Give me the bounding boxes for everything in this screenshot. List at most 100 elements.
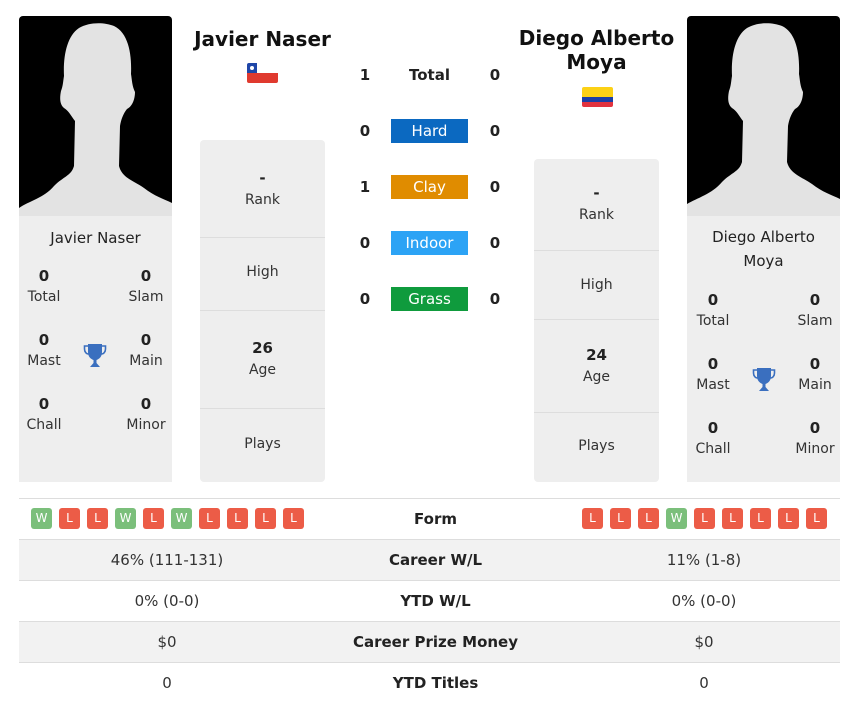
label: Mast — [696, 377, 730, 393]
surface-indoor-badge[interactable]: Indoor — [391, 231, 468, 255]
player1-title: Javier Naser — [194, 27, 331, 51]
player1-high: High — [200, 238, 325, 311]
row-label: YTD W/L — [400, 592, 471, 610]
form-win-badge[interactable]: W — [31, 508, 52, 529]
player2-form: LLLWLLLLL — [582, 508, 827, 529]
form-loss-badge[interactable]: L — [199, 508, 220, 529]
form-loss-badge[interactable]: L — [59, 508, 80, 529]
value: 0 — [707, 355, 719, 373]
value: 0 — [140, 331, 152, 349]
player1-summary-card: Javier Naser 0 Total 0 Slam 0 Mast 0 Main 0 C… — [19, 216, 172, 482]
form-loss-badge[interactable]: L — [778, 508, 799, 529]
label: Chall — [695, 441, 731, 457]
label: Minor — [126, 417, 166, 433]
label: Mast — [27, 353, 61, 369]
p1-value: 1 — [359, 66, 371, 84]
row-label: YTD Titles — [392, 674, 479, 692]
form-loss-badge[interactable]: L — [255, 508, 276, 529]
form-loss-badge[interactable]: L — [87, 508, 108, 529]
p2-value: 0 — [489, 234, 501, 252]
player2-titles-chall: 0 Chall — [683, 418, 743, 460]
form-loss-badge[interactable]: L — [638, 508, 659, 529]
form-loss-badge[interactable]: L — [283, 508, 304, 529]
player2-high: High — [534, 251, 659, 320]
player1-titles-minor: 0 Minor — [116, 394, 176, 436]
player2-titles-main: 0 Main — [785, 354, 845, 396]
player1-titles-total: 0 Total — [14, 266, 74, 308]
p2-value: 0 — [489, 290, 501, 308]
surface-grass-badge[interactable]: Grass — [391, 287, 468, 311]
player2-info-card: - Rank High 24 Age Plays — [534, 159, 659, 482]
h2h-clay-row: 1 Clay 0 — [345, 175, 515, 199]
trophy-icon — [752, 368, 776, 391]
p1-value: 1 — [359, 178, 371, 196]
player1-titles-main: 0 Main — [116, 330, 176, 372]
value: 0 — [140, 267, 152, 285]
label: Main — [129, 353, 163, 369]
value: 0 — [38, 331, 50, 349]
form-win-badge[interactable]: W — [115, 508, 136, 529]
player1-value: 0 — [162, 674, 172, 692]
age-label: Age — [248, 362, 277, 378]
chile-flag-icon — [247, 63, 278, 83]
player-silhouette-icon — [19, 23, 172, 216]
value: 0 — [38, 395, 50, 413]
form-loss-badge[interactable]: L — [694, 508, 715, 529]
label: Slam — [797, 313, 833, 329]
h2h-hard-row: 0 Hard 0 — [345, 119, 515, 143]
colombia-flag-icon — [582, 87, 613, 107]
rank-label: Rank — [245, 192, 280, 208]
p1-value: 0 — [359, 290, 371, 308]
form-row: WLLWLWLLLL Form LLLWLLLLL — [19, 498, 840, 539]
surface-clay-badge[interactable]: Clay — [391, 175, 468, 199]
row-label: Form — [414, 510, 457, 528]
career-wl-row: 46% (111-131) Career W/L 11% (1-8) — [19, 539, 840, 580]
form-loss-badge[interactable]: L — [610, 508, 631, 529]
value: 0 — [707, 419, 719, 437]
player-silhouette-icon — [687, 23, 840, 216]
p1-value: 0 — [359, 234, 371, 252]
player1-name: Javier Naser — [50, 229, 141, 247]
form-win-badge[interactable]: W — [171, 508, 192, 529]
h2h-label: Total — [409, 66, 450, 84]
value: 0 — [809, 355, 821, 373]
p2-value: 0 — [489, 178, 501, 196]
age-label: Age — [582, 369, 611, 385]
player1-titles-mast: 0 Mast — [14, 330, 74, 372]
label: Total — [27, 289, 61, 305]
rank-value: - — [593, 184, 600, 202]
p1-value: 0 — [359, 122, 371, 140]
form-loss-badge[interactable]: L — [750, 508, 771, 529]
form-loss-badge[interactable]: L — [582, 508, 603, 529]
form-win-badge[interactable]: W — [666, 508, 687, 529]
label: Chall — [26, 417, 62, 433]
label: Main — [798, 377, 832, 393]
player2-photo — [687, 16, 840, 216]
p2-value: 0 — [489, 66, 501, 84]
h2h-indoor-row: 0 Indoor 0 — [345, 231, 515, 255]
player2-titles-total: 0 Total — [683, 290, 743, 332]
player1-rank: - Rank — [200, 140, 325, 238]
rank-value: - — [259, 169, 266, 187]
value: 0 — [809, 291, 821, 309]
label: Total — [696, 313, 730, 329]
high-label: High — [246, 264, 279, 280]
value: 0 — [140, 395, 152, 413]
surface-hard-badge[interactable]: Hard — [391, 119, 468, 143]
value: 0 — [707, 291, 719, 309]
ytd-titles-row: 0 YTD Titles 0 — [19, 662, 840, 703]
player1-value: 46% (111-131) — [110, 551, 224, 569]
player2-value: $0 — [694, 633, 714, 651]
form-loss-badge[interactable]: L — [806, 508, 827, 529]
row-label: Career Prize Money — [352, 633, 518, 651]
player1-info-card: - Rank High 26 Age Plays — [200, 140, 325, 482]
player2-title: Diego Alberto Moya — [518, 26, 675, 74]
career-prize-money-row: $0 Career Prize Money $0 — [19, 621, 840, 662]
plays-label: Plays — [578, 438, 615, 454]
form-loss-badge[interactable]: L — [722, 508, 743, 529]
form-loss-badge[interactable]: L — [227, 508, 248, 529]
form-loss-badge[interactable]: L — [143, 508, 164, 529]
player2-value: 0 — [699, 674, 709, 692]
p2-value: 0 — [489, 122, 501, 140]
player1-photo — [19, 16, 172, 216]
